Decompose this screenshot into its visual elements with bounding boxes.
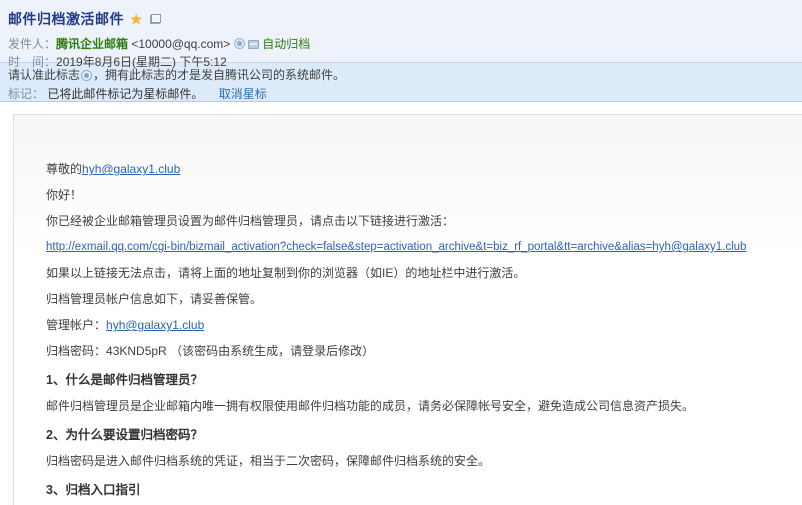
faq-question-1: 1、什么是邮件归档管理员？ (46, 372, 794, 388)
title-row: 邮件归档激活邮件 ★ (8, 9, 792, 29)
salutation: 尊敬的hyh@galaxy1.club (46, 161, 794, 177)
notice-suffix: ，拥有此标志的才是发自腾讯公司的系统邮件。 (93, 68, 345, 82)
sender-row: 发件人：腾讯企业邮箱 <10000@qq.com> 自动归档 (8, 35, 792, 53)
notice-line-1: 请认准此标志 ，拥有此标志的才是发自腾讯公司的系统邮件。 (8, 68, 794, 83)
activation-url-line: http://exmail.qq.com/cgi-bin/bizmail_act… (46, 239, 794, 255)
notice-prefix: 请认准此标志 (8, 68, 80, 82)
auto-archive-label[interactable]: 自动归档 (262, 37, 310, 51)
faq-answer-1: 邮件归档管理员是企业邮箱内唯一拥有权限使用邮件归档功能的成员，请务必保障帐号安全… (46, 398, 794, 414)
account-info-intro: 归档管理员帐户信息如下，请妥善保管。 (46, 291, 794, 307)
verified-badge-icon (234, 38, 245, 49)
account-email-link[interactable]: hyh@galaxy1.club (106, 318, 204, 332)
account-label: 管理帐户： (46, 318, 106, 332)
salutation-email-link[interactable]: hyh@galaxy1.club (82, 162, 180, 176)
tencent-badge-icon (81, 70, 92, 81)
greeting: 你好！ (46, 187, 794, 203)
notice-line-2: 标记： 已将此邮件标记为星标邮件。 取消星标 (8, 87, 794, 102)
archive-folder-icon (248, 40, 259, 49)
intro-line: 你已经被企业邮箱管理员设置为邮件归档管理员，请点击以下链接进行激活： (46, 213, 794, 229)
faq-question-3: 3、归档入口指引 (46, 482, 794, 498)
mail-header: 邮件归档激活邮件 ★ 发件人：腾讯企业邮箱 <10000@qq.com> 自动归档… (0, 0, 802, 62)
password-label: 归档密码： (46, 344, 106, 358)
activation-url-link[interactable]: http://exmail.qq.com/cgi-bin/bizmail_act… (46, 241, 746, 253)
system-mail-notice: 请认准此标志 ，拥有此标志的才是发自腾讯公司的系统邮件。 标记： 已将此邮件标记为… (0, 62, 802, 102)
password-note: （该密码由系统生成，请登录后修改） (170, 344, 374, 358)
star-icon[interactable]: ★ (130, 11, 143, 28)
account-line: 管理帐户：hyh@galaxy1.club (46, 317, 794, 333)
time-value: 2019年8月6日(星期二) 下午5:12 (56, 55, 227, 69)
sender-address: <10000@qq.com> (131, 37, 230, 51)
fallback-note: 如果以上链接无法点击，请将上面的地址复制到你的浏览器（如IE）的地址栏中进行激活… (46, 265, 794, 281)
salutation-prefix: 尊敬的 (46, 162, 82, 176)
mail-body-panel: 尊敬的hyh@galaxy1.club 你好！ 你已经被企业邮箱管理员设置为邮件… (13, 114, 802, 505)
tag-label: 标记： (8, 87, 44, 101)
unstar-link[interactable]: 取消星标 (219, 87, 267, 101)
sender-name[interactable]: 腾讯企业邮箱 (56, 37, 128, 51)
tag-text: 已将此邮件标记为星标邮件。 (47, 87, 203, 101)
faq-question-2: 2、为什么要设置归档密码？ (46, 427, 794, 443)
time-label: 时 间： (8, 55, 56, 69)
password-value: 43KND5pR (106, 344, 167, 358)
password-line: 归档密码：43KND5pR （该密码由系统生成，请登录后修改） (46, 343, 794, 359)
mail-subject: 邮件归档激活邮件 (8, 9, 124, 29)
sender-label: 发件人： (8, 37, 56, 51)
faq-answer-2: 归档密码是进入邮件归档系统的凭证，相当于二次密码，保障邮件归档系统的安全。 (46, 453, 794, 469)
open-in-new-window-icon[interactable] (150, 14, 161, 24)
